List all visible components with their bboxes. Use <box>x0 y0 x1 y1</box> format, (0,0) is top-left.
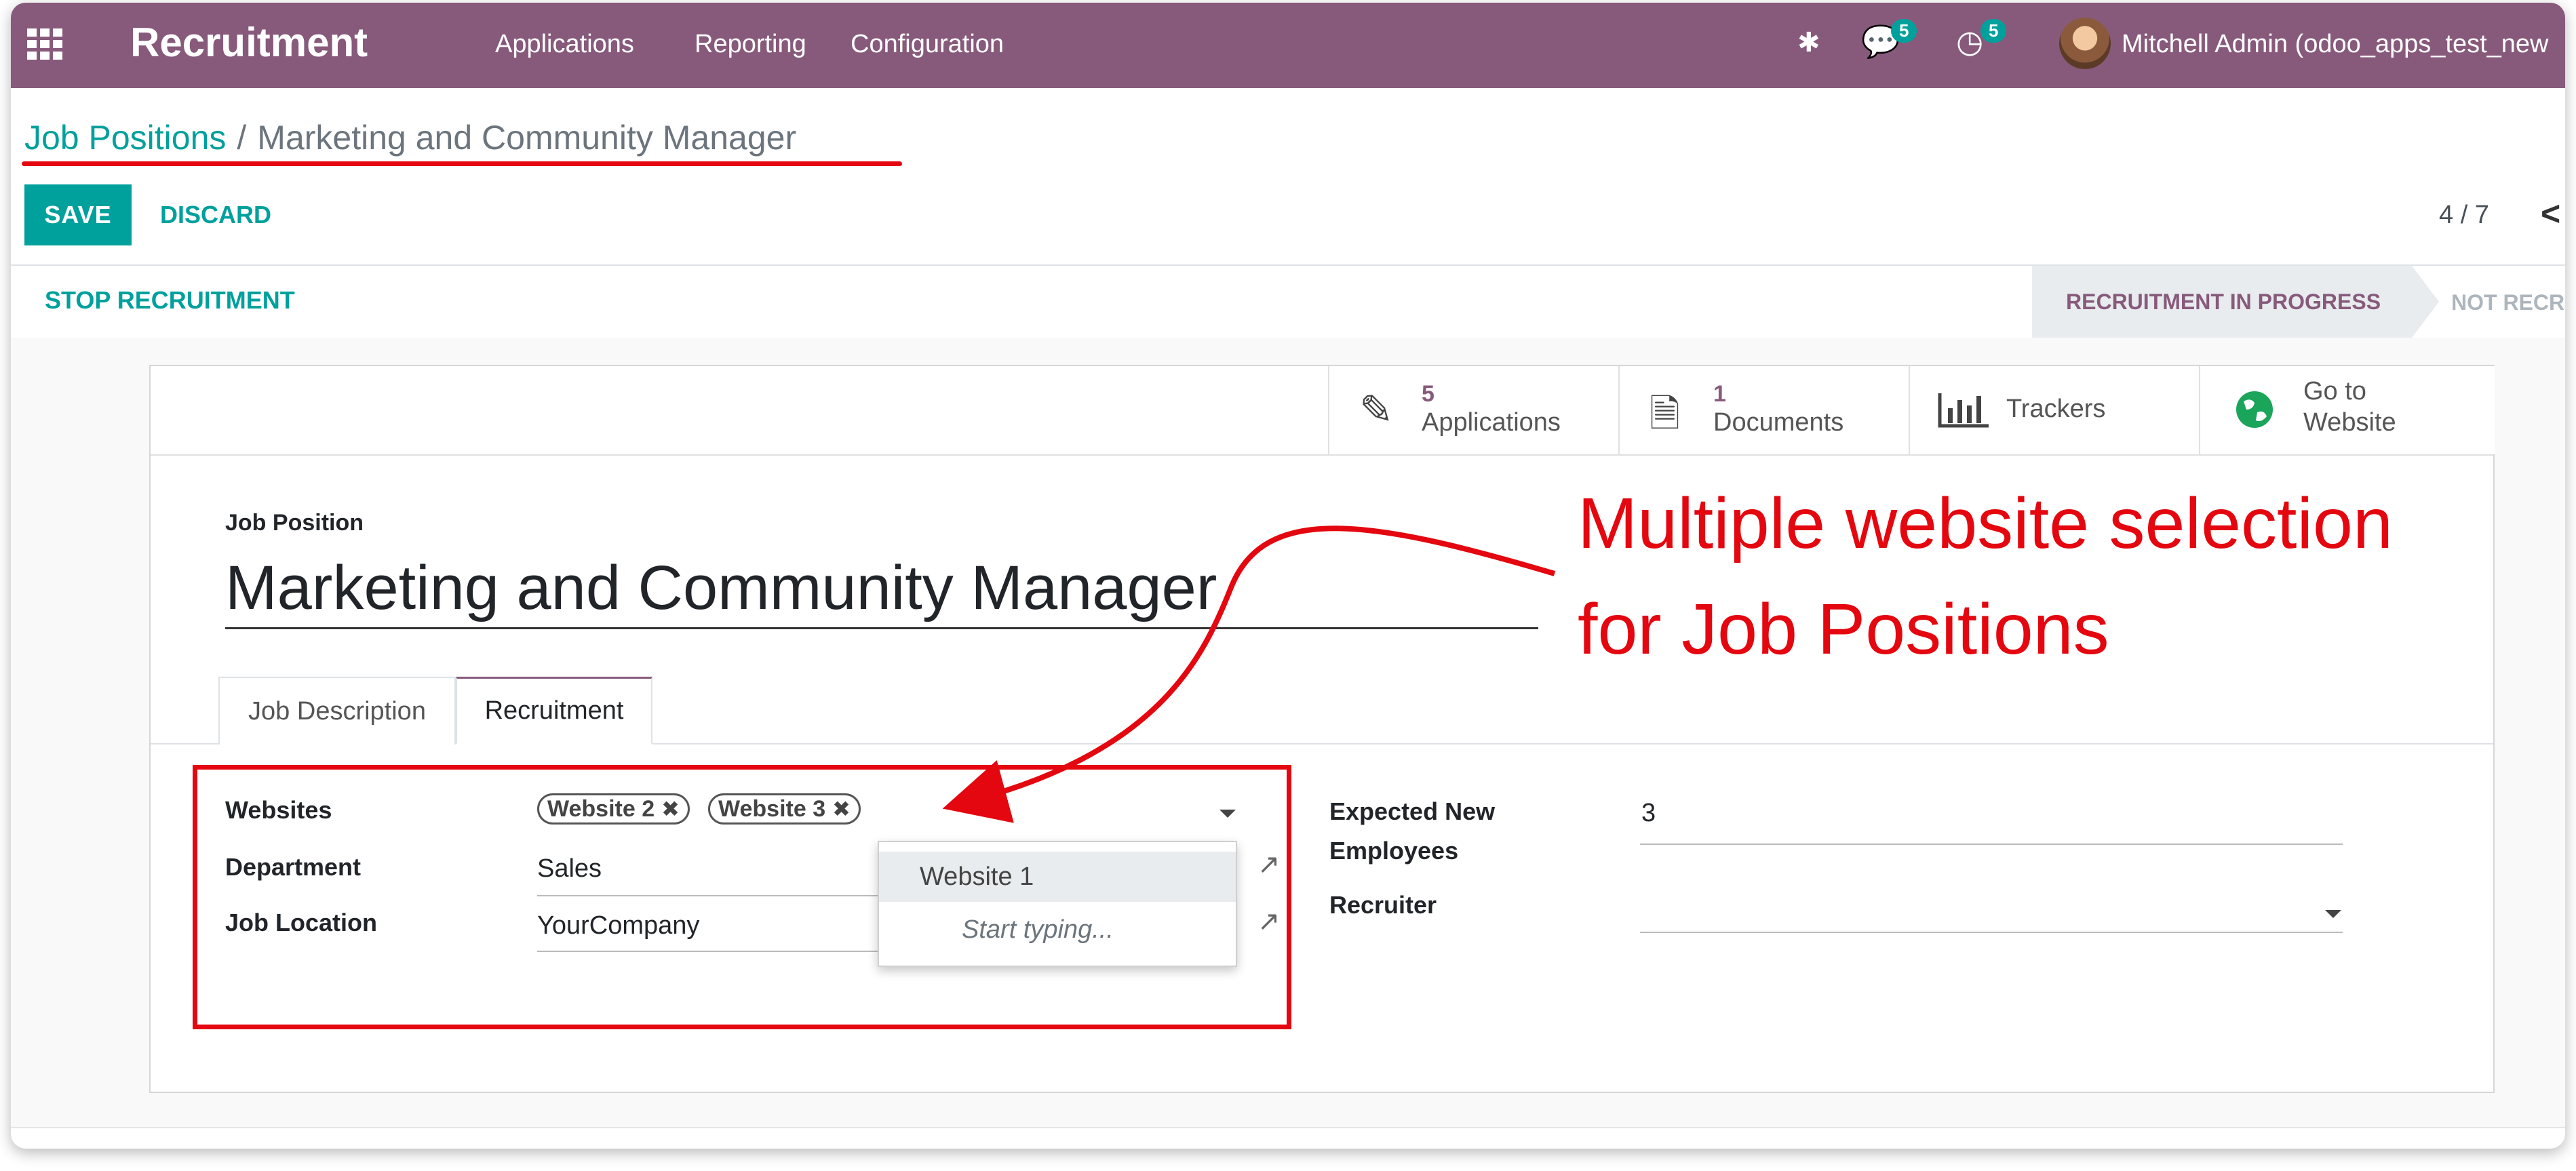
annotation-arrow <box>942 525 1556 823</box>
app-window: Recruitment Applications Reporting Confi… <box>11 3 2565 1149</box>
